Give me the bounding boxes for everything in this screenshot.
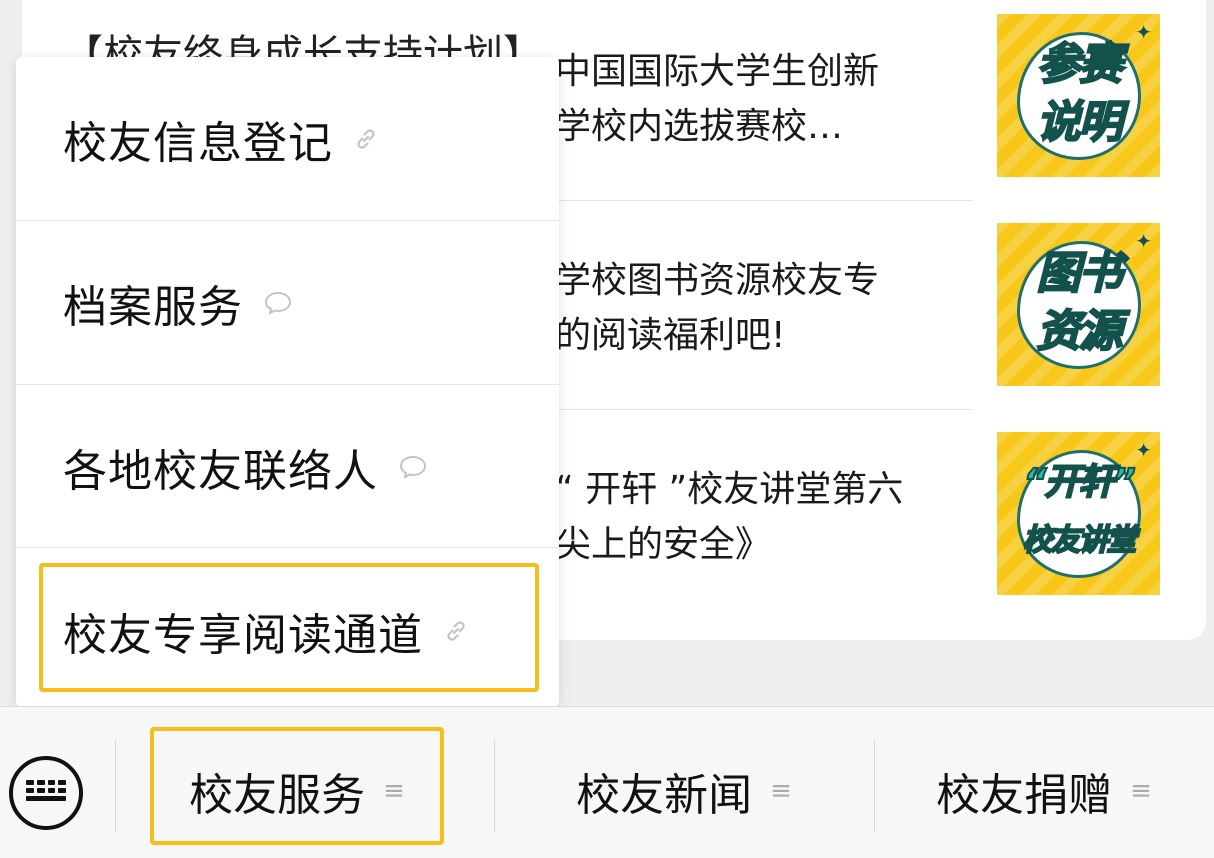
menu-lines-icon: ≡ bbox=[770, 776, 792, 806]
divider bbox=[555, 409, 973, 410]
menu-item-label: 档案服务 bbox=[63, 282, 243, 333]
thumbnail-text: 参赛 bbox=[1036, 38, 1124, 91]
thumbnail-text: 图书 bbox=[1036, 247, 1124, 300]
link-icon bbox=[353, 126, 379, 152]
chat-bubble-icon bbox=[398, 454, 428, 480]
article-item-3[interactable]: “ 开轩 ”校友讲堂第六 尖上的安全》 bbox=[555, 462, 975, 572]
divider bbox=[555, 200, 973, 201]
tab-alumni-donation[interactable]: 校友捐赠 ≡ bbox=[874, 756, 1214, 826]
divider bbox=[16, 547, 559, 548]
tab-label: 校友新闻 bbox=[576, 770, 753, 821]
menu-item-alumni-registration[interactable]: 校友信息登记 bbox=[16, 57, 559, 221]
keyboard-icon[interactable] bbox=[9, 756, 83, 830]
sparkle-icon: ✦ bbox=[1135, 229, 1152, 253]
tab-alumni-news[interactable]: 校友新闻 ≡ bbox=[494, 756, 874, 826]
divider bbox=[115, 740, 116, 832]
article-thumbnail[interactable]: 参赛 说明 ✦ bbox=[997, 14, 1160, 177]
article-item-2[interactable]: 学校图书资源校友专 的阅读福利吧! bbox=[555, 253, 975, 363]
sparkle-icon: ✦ bbox=[1135, 20, 1152, 44]
menu-item-archive-service[interactable]: 档案服务 bbox=[16, 221, 559, 385]
menu-item-label: 各地校友联络人 bbox=[63, 446, 378, 497]
article-title: 学校图书资源校友专 的阅读福利吧! bbox=[555, 260, 880, 356]
menu-item-label: 校友信息登记 bbox=[63, 118, 333, 169]
article-title: “ 开轩 ”校友讲堂第六 尖上的安全》 bbox=[555, 469, 904, 565]
thumbnail-text: 校友讲堂 bbox=[1022, 522, 1138, 559]
thumbnail-text: “开轩” bbox=[1022, 461, 1136, 504]
tab-highlight bbox=[150, 727, 444, 845]
article-item-1[interactable]: 中国国际大学生创新 学校内选拔赛校… bbox=[555, 44, 975, 154]
selection-highlight bbox=[39, 563, 539, 692]
chat-bubble-icon bbox=[263, 290, 293, 316]
menu-item-local-contacts[interactable]: 各地校友联络人 bbox=[16, 385, 559, 549]
menu-lines-icon: ≡ bbox=[1130, 776, 1152, 806]
sparkle-icon: ✦ bbox=[1135, 438, 1152, 462]
thumbnail-text: 资源 bbox=[1036, 305, 1124, 358]
thumbnail-text: 说明 bbox=[1036, 96, 1124, 149]
tab-label: 校友捐赠 bbox=[936, 770, 1113, 821]
article-thumbnail[interactable]: “开轩” 校友讲堂 ✦ bbox=[997, 432, 1160, 595]
article-thumbnail[interactable]: 图书 资源 ✦ bbox=[997, 223, 1160, 386]
article-title: 中国国际大学生创新 学校内选拔赛校… bbox=[555, 51, 880, 147]
